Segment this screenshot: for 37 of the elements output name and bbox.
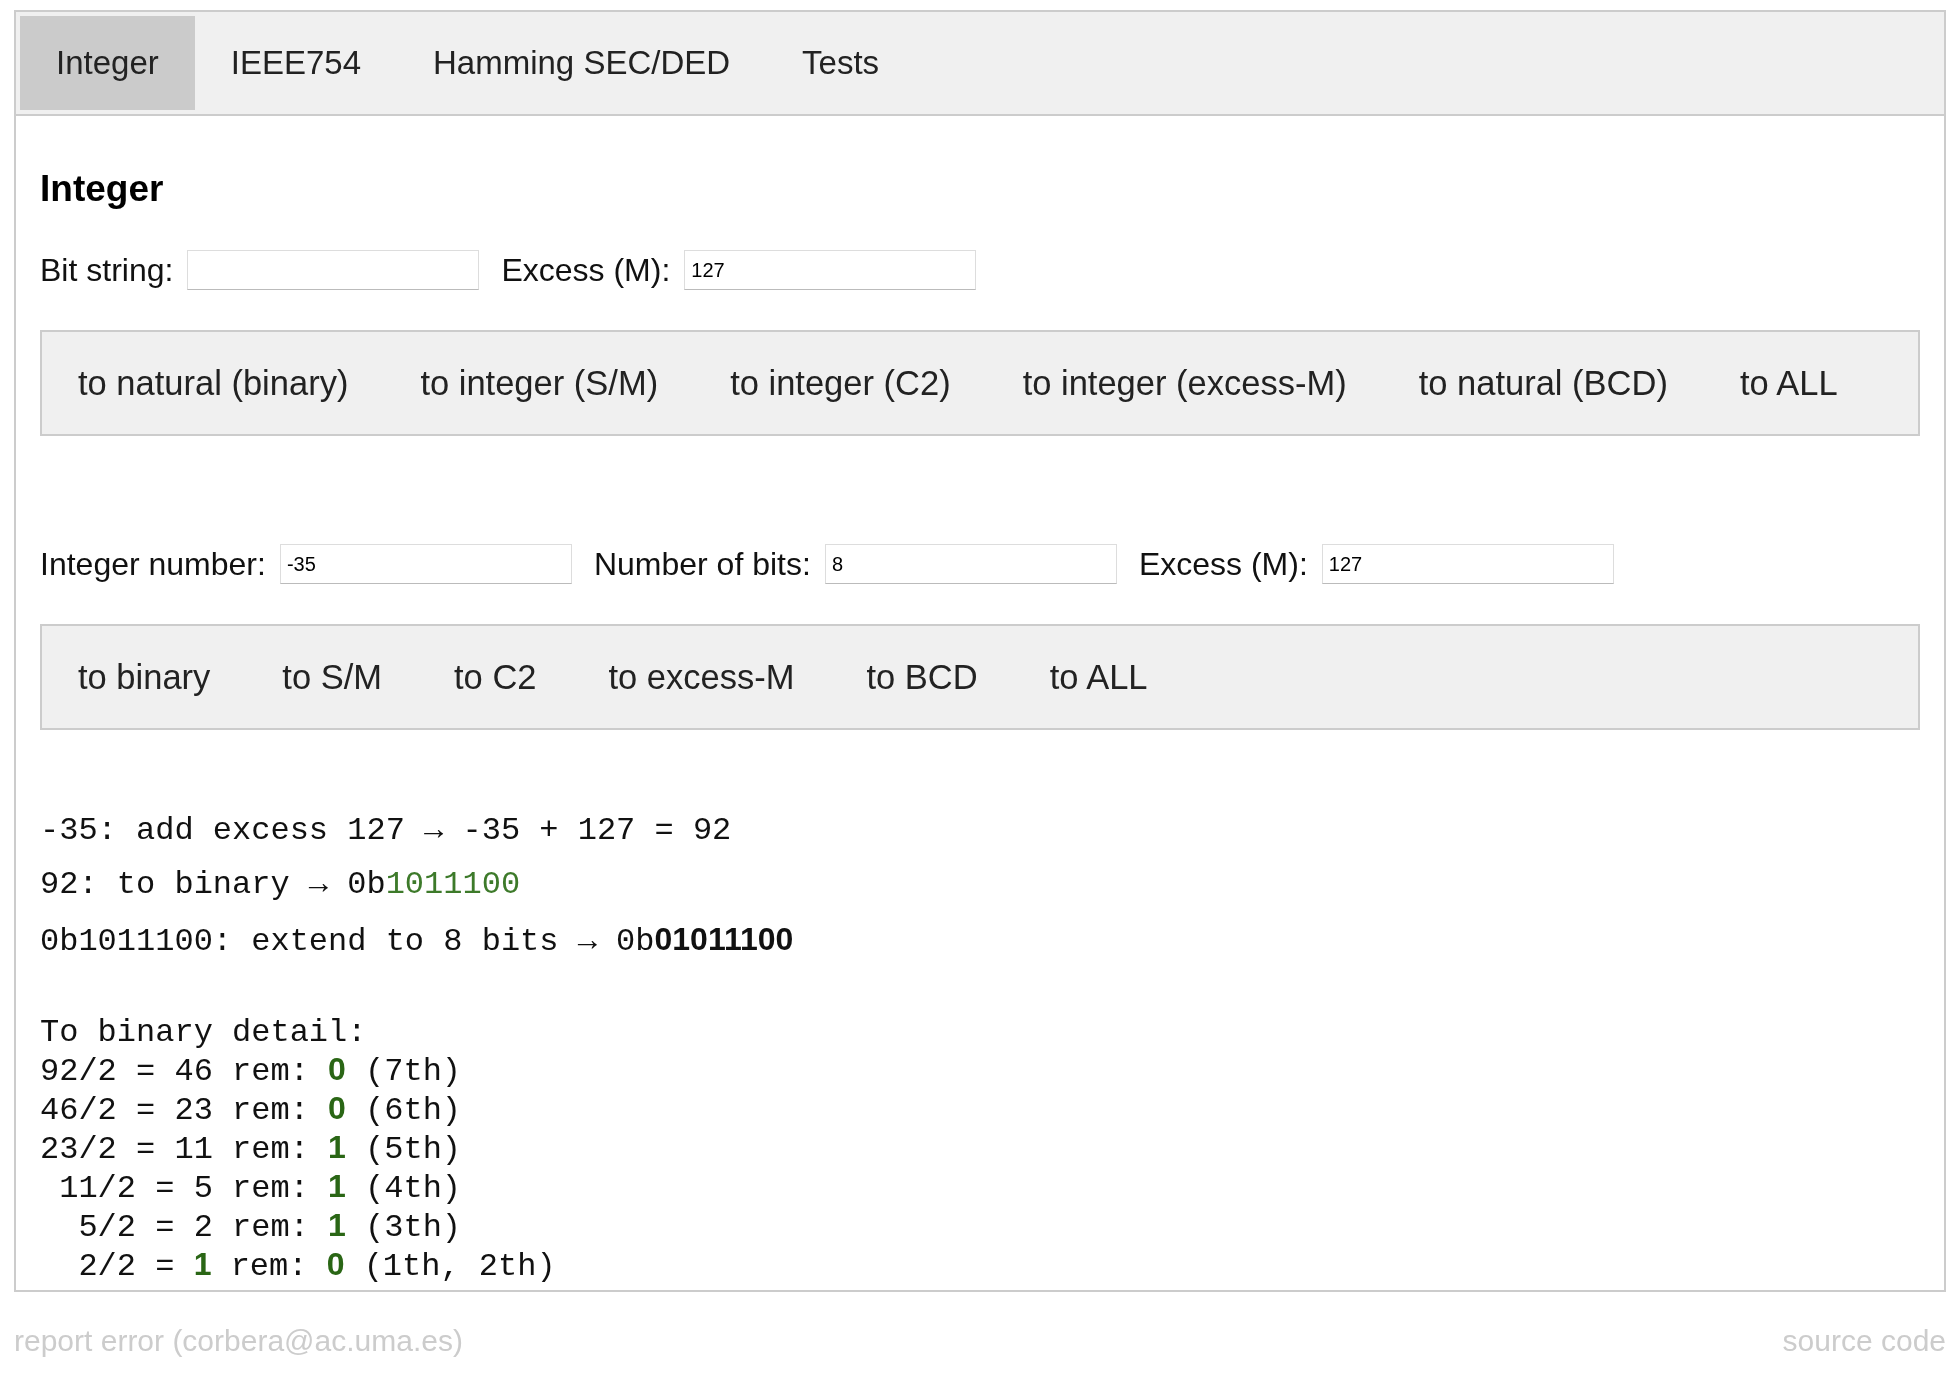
detail-line: 23/2 = 11 rem: 1 (5th) [40,1129,463,1168]
field-label: Excess (M): [1138,545,1308,583]
convert-button[interactable]: to S/M [246,626,419,728]
input-field[interactable]: 8 [824,544,1117,584]
detail-line: 92/2 = 46 rem: 0 (7th) [40,1051,463,1090]
field-label: Excess (M): [501,251,671,289]
field-label: Number of bits: [593,545,811,583]
tab[interactable]: IEEE754 [194,16,397,110]
convert-button[interactable]: to integer (C2) [694,332,987,434]
convert-button[interactable]: to ALL [1013,626,1184,728]
convert-button[interactable]: to C2 [418,626,573,728]
tab[interactable]: Tests [766,16,916,110]
convert-button[interactable]: to natural (binary) [42,332,385,434]
detail-line: 5/2 = 2 rem: 1 (3th) [77,1207,463,1246]
convert-button[interactable]: to natural (BCD) [1382,332,1704,434]
convert-button[interactable]: to integer (S/M) [384,332,695,434]
convert-button[interactable]: to excess-M [572,626,831,728]
detail-line: 46/2 = 23 rem: 0 (6th) [40,1090,463,1129]
result-line: -35: add excess 127 → -35 + 127 = 92 [40,811,733,851]
input-field[interactable] [187,250,480,290]
field-label: Integer number: [40,545,266,583]
input-field[interactable]: 127 [684,250,977,290]
field-label: Bit string: [40,251,174,289]
convert-button[interactable]: to binary [42,626,247,728]
section-heading: Integer [40,168,165,210]
result-line: 0b1011100: extend to 8 bits → 0b01011100 [40,920,795,962]
input-field[interactable]: -35 [279,544,572,584]
detail-line: 2/2 = 1 rem: 0 (1th, 2th) [77,1246,557,1285]
input-field[interactable]: 127 [1321,544,1614,584]
result-line: 92: to binary → 0b1011100 [40,865,522,905]
detail-title: To binary detail: [40,1015,368,1051]
convert-button[interactable]: to ALL [1703,332,1874,434]
tab[interactable]: Integer [20,16,195,110]
detail-line: 11/2 = 5 rem: 1 (4th) [58,1168,463,1207]
convert-button[interactable]: to integer (excess-M) [986,332,1383,434]
convert-button[interactable]: to BCD [830,626,1014,728]
tab[interactable]: Hamming SEC/DED [397,16,767,110]
